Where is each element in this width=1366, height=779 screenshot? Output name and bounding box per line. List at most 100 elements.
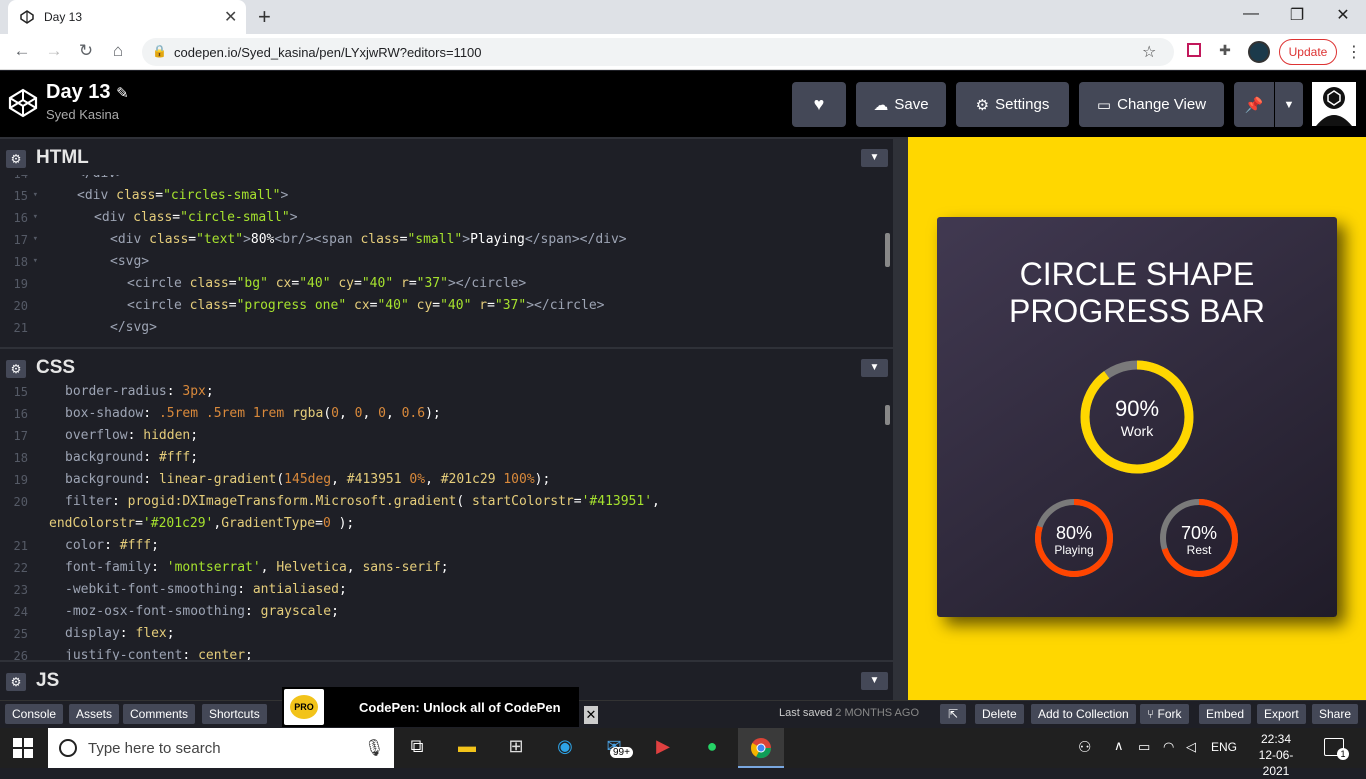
volume-icon[interactable]: ◁ — [1186, 739, 1196, 755]
browser-menu-icon[interactable]: ⋮ — [1346, 42, 1362, 62]
codepen-logo-icon[interactable] — [8, 88, 38, 118]
resize-divider[interactable] — [893, 137, 908, 700]
close-window-icon[interactable]: ✕ — [1323, 5, 1363, 25]
shortcuts-button[interactable]: Shortcuts — [202, 704, 267, 724]
css-collapse-icon[interactable]: ▼ — [861, 359, 888, 377]
microphone-icon[interactable]: 🎙 — [364, 738, 384, 758]
more-options-button[interactable]: ▼ — [1275, 82, 1303, 127]
pen-author[interactable]: Syed Kasina — [46, 107, 119, 122]
fold-arrow-icon[interactable]: ▾ — [30, 190, 38, 200]
js-collapse-icon[interactable]: ▼ — [861, 672, 888, 690]
codepen-favicon-icon — [20, 10, 34, 24]
whatsapp-icon[interactable]: ● — [699, 736, 725, 760]
css-scrollbar[interactable] — [885, 405, 890, 425]
work-label: Work — [1120, 423, 1154, 439]
share-button[interactable]: Share — [1312, 704, 1359, 724]
open-external-button[interactable]: ⇱ — [940, 704, 966, 724]
fold-arrow-icon[interactable]: ▾ — [30, 175, 38, 178]
code-line: -moz-osx-font-smoothing: grayscale; — [65, 604, 339, 619]
line-number: 15 — [13, 385, 28, 399]
html-code-area[interactable]: 14▾15▾16▾17▾18▾192021 </div> <div class=… — [0, 175, 893, 347]
language-indicator[interactable]: ENG — [1211, 740, 1237, 754]
line-number: 26 — [13, 649, 28, 660]
comments-button[interactable]: Comments — [123, 704, 196, 724]
work-percent: 90% — [1114, 396, 1160, 421]
export-button[interactable]: Export — [1257, 704, 1306, 724]
delete-button[interactable]: Delete — [975, 704, 1024, 724]
reload-icon[interactable]: ↻ — [74, 41, 98, 61]
fork-button[interactable]: ⑂ Fork — [1140, 704, 1189, 724]
windows-start-icon[interactable] — [13, 738, 33, 758]
file-explorer-icon[interactable]: ▬ — [454, 736, 480, 760]
layout-icon: ▭ — [1096, 96, 1112, 114]
forward-icon[interactable]: → — [42, 41, 66, 61]
bookmark-star-icon[interactable]: ☆ — [1142, 42, 1156, 62]
maximize-icon[interactable]: ❐ — [1277, 5, 1317, 25]
close-promo-icon[interactable]: ✕ — [584, 706, 598, 724]
pen-title[interactable]: Day 13 ✎ — [46, 81, 129, 104]
html-settings-icon[interactable]: ⚙ — [6, 150, 26, 168]
chevron-down-icon: ▼ — [1283, 98, 1295, 111]
taskbar-search[interactable]: Type here to search 🎙 — [48, 728, 394, 768]
tray-chevron-icon[interactable]: ∧ — [1114, 738, 1124, 754]
back-icon[interactable]: ← — [10, 41, 34, 61]
settings-button[interactable]: ⚙ Settings — [956, 82, 1069, 127]
line-number: 24 — [13, 605, 28, 619]
console-button[interactable]: Console — [5, 704, 64, 724]
code-line: <div class="text">80%<br/><span class="s… — [110, 232, 627, 247]
browser-tab[interactable]: Day 13 ✕ — [8, 0, 246, 34]
address-bar[interactable]: 🔒 codepen.io/Syed_kasina/pen/LYxjwRW?edi… — [142, 38, 1174, 66]
line-number: 23 — [13, 583, 28, 597]
css-settings-icon[interactable]: ⚙ — [6, 360, 26, 378]
minimize-icon[interactable]: — — [1231, 5, 1271, 23]
new-tab-icon[interactable]: + — [258, 4, 271, 30]
taskbar-clock[interactable]: 22:34 12-06-2021 — [1246, 731, 1306, 779]
cloud-icon: ☁ — [873, 96, 889, 114]
home-icon[interactable]: ⌂ — [106, 41, 130, 61]
extension-shield-icon[interactable] — [1184, 42, 1204, 62]
video-editor-icon[interactable]: ▶ — [650, 736, 676, 760]
css-code-area[interactable]: 15 16 17 18 19 20 21 22 23 24 25 26 border-radius: … — [0, 385, 893, 660]
profile-avatar[interactable] — [1248, 41, 1270, 63]
task-view-icon[interactable]: ⧉ — [404, 736, 430, 760]
assets-button[interactable]: Assets — [69, 704, 120, 724]
code-line: <svg> — [110, 254, 150, 269]
fold-arrow-icon[interactable]: ▾ — [30, 212, 38, 222]
chrome-taskbar-item[interactable] — [738, 728, 784, 768]
html-scrollbar[interactable] — [885, 233, 890, 267]
lock-icon: 🔒 — [152, 44, 167, 58]
battery-icon[interactable]: ▭ — [1138, 739, 1150, 755]
html-collapse-icon[interactable]: ▼ — [861, 149, 888, 167]
pro-badge: PRO — [284, 689, 324, 725]
fold-arrow-icon[interactable]: ▾ — [30, 256, 38, 266]
gear-icon: ⚙ — [975, 96, 990, 114]
close-tab-icon[interactable]: ✕ — [224, 7, 237, 27]
love-button[interactable]: ♥ — [792, 82, 846, 127]
code-line: display: flex; — [65, 626, 175, 641]
edge-icon[interactable]: ◉ — [552, 736, 578, 760]
code-line: border-radius: 3px; — [65, 385, 214, 399]
js-settings-icon[interactable]: ⚙ — [6, 673, 26, 691]
wifi-icon[interactable]: ◠ — [1163, 739, 1174, 755]
fold-arrow-icon[interactable]: ▾ — [30, 234, 38, 244]
code-line: endColorstr='#201c29',GradientType=0 ); — [49, 516, 355, 531]
store-icon[interactable]: ⊞ — [503, 736, 529, 760]
embed-button[interactable]: Embed — [1199, 704, 1252, 724]
line-number: 20 — [13, 299, 28, 313]
user-avatar-icon — [1312, 82, 1356, 126]
code-line: </svg> — [110, 320, 157, 335]
rest-label: Rest — [1186, 543, 1212, 557]
pin-button[interactable]: 📌 — [1234, 82, 1274, 127]
line-number: 22 — [13, 561, 28, 575]
code-line: <div class="circles-small"> — [77, 188, 289, 203]
update-button[interactable]: Update — [1279, 39, 1337, 65]
people-icon[interactable]: ⚇ — [1078, 738, 1091, 756]
edit-pencil-icon[interactable]: ✎ — [116, 85, 129, 102]
line-number: 18 — [13, 255, 28, 269]
extensions-puzzle-icon[interactable]: ✚ — [1215, 42, 1235, 62]
change-view-button[interactable]: ▭ Change View — [1079, 82, 1224, 127]
user-avatar[interactable] — [1312, 82, 1356, 126]
promo-banner[interactable]: PRO CodePen: Unlock all of CodePen — [282, 687, 579, 727]
add-to-collection-button[interactable]: Add to Collection — [1031, 704, 1136, 724]
save-button[interactable]: ☁ Save — [856, 82, 946, 127]
